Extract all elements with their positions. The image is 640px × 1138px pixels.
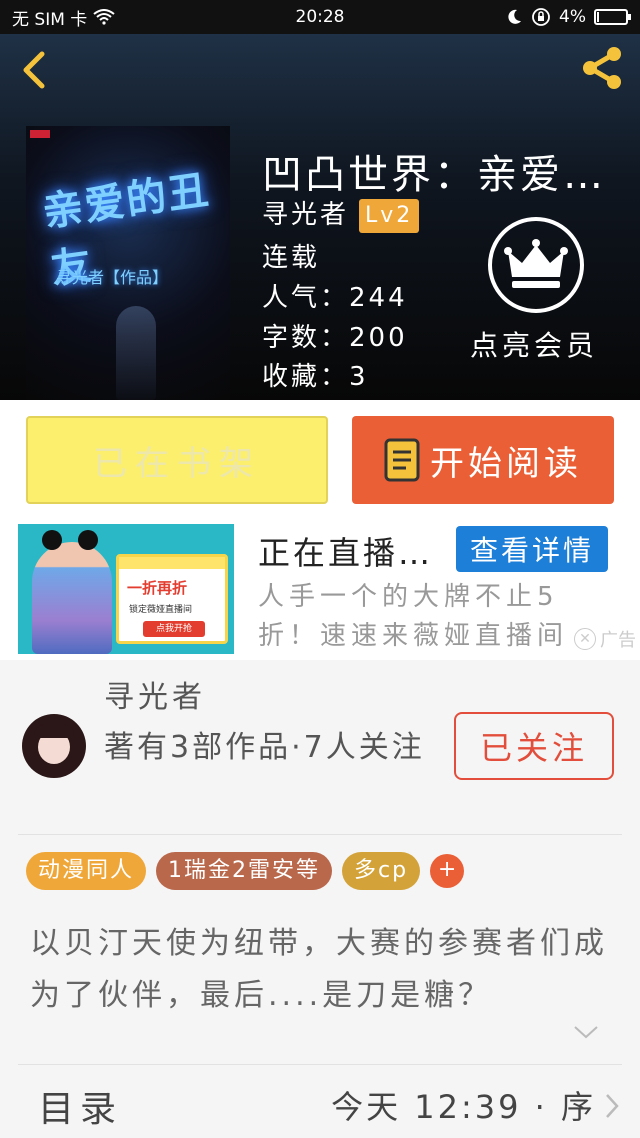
share-button[interactable] <box>578 44 626 92</box>
cover-mark <box>30 130 50 138</box>
action-bar: 已在书架 开始阅读 <box>0 400 640 522</box>
words-value: 200 <box>349 323 408 353</box>
cover-figure <box>116 306 156 400</box>
start-reading-label: 开始阅读 <box>430 443 582 484</box>
popularity-value: 244 <box>349 283 408 313</box>
toc-label: 目录 <box>38 1089 123 1130</box>
popularity-label: 人气： <box>262 283 350 313</box>
ad-person-bun-right <box>78 530 98 550</box>
ad-description: 人手一个的大牌不止5折！速速来薇娅直播间 <box>258 582 569 651</box>
ad-tag-text: 广告 <box>600 630 636 651</box>
author-name[interactable]: 寻光者 <box>104 672 206 716</box>
follow-button[interactable]: 已关注 <box>454 712 614 780</box>
favorites-value: 3 <box>349 362 369 392</box>
tag-list: 动漫同人 1瑞金2雷安等 多cp + <box>26 852 465 890</box>
ad-image-title: 一折再折 <box>127 579 188 597</box>
book-cover[interactable]: 亲爱的丑友 寻光者【作品】 <box>26 126 230 400</box>
popularity-line: 人气：244 <box>262 277 408 314</box>
tag-multi-cp[interactable]: 多cp <box>342 852 421 890</box>
battery-percent: 4% <box>559 7 586 27</box>
toc-latest-update: 今天 12:39 · 序 <box>331 1088 596 1126</box>
ad-person <box>32 542 112 654</box>
ad-image[interactable]: 一折再折 锁定薇娅直播间 点我开抢 <box>18 524 234 654</box>
favorites-line: 收藏：3 <box>262 356 369 393</box>
ad-image-text: 锁定薇娅直播间 <box>129 605 193 615</box>
status-bar: 无 SIM 卡 20:28 4% <box>0 0 640 34</box>
crown-icon <box>504 239 568 288</box>
favorites-label: 收藏： <box>262 362 350 392</box>
ad-title[interactable]: 正在直播间... <box>258 528 448 574</box>
author-card: 寻光者 著有3部作品·7人关注 已关注 <box>0 660 640 834</box>
vip-button[interactable] <box>488 217 584 313</box>
more-tags-button[interactable]: + <box>430 854 465 888</box>
chevron-down-icon[interactable] <box>573 1024 599 1040</box>
cover-subtitle: 寻光者【作品】 <box>56 268 169 287</box>
vip-label[interactable]: 点亮会员 <box>470 324 598 364</box>
book-author-line: 寻光者 Lv2 <box>262 194 420 233</box>
avatar[interactable] <box>22 714 86 778</box>
back-button[interactable] <box>14 46 54 94</box>
tag-pairing[interactable]: 1瑞金2雷安等 <box>156 852 333 890</box>
ad-person-bun-left <box>42 530 62 550</box>
start-reading-button[interactable]: 开始阅读 <box>352 416 614 504</box>
book-author[interactable]: 寻光者 <box>262 200 349 230</box>
close-icon[interactable]: ✕ <box>574 628 596 650</box>
ad-label[interactable]: ✕ 广告 <box>574 626 636 652</box>
moon-icon <box>508 9 522 24</box>
words-line: 字数：200 <box>262 317 408 354</box>
chevron-right-icon <box>606 1094 619 1118</box>
author-stats: 著有3部作品·7人关注 <box>104 730 425 765</box>
book-header: 亲爱的丑友 寻光者【作品】 凹凸世界：亲爱的丑友 寻光者 Lv2 连载 人气：24… <box>0 34 640 400</box>
book-icon <box>384 438 420 482</box>
tag-doujin[interactable]: 动漫同人 <box>26 852 147 890</box>
ad-banner[interactable]: 一折再折 锁定薇娅直播间 点我开抢 正在直播间... 查看详情 人手一个的大牌不… <box>0 522 640 660</box>
book-summary[interactable]: 以贝汀天使为纽带，大赛的参赛者们成为了伙伴，最后....是刀是糖？ <box>30 918 614 1018</box>
lock-rotation-icon <box>532 8 550 26</box>
wifi-icon <box>93 9 115 25</box>
toc-row[interactable]: 目录 今天 12:39 · 序 <box>0 1078 640 1138</box>
in-shelf-button[interactable]: 已在书架 <box>26 416 328 504</box>
divider <box>18 834 622 835</box>
book-title: 凹凸世界：亲爱的丑友 <box>262 152 632 198</box>
battery-icon <box>594 9 631 25</box>
carrier-text: 无 SIM 卡 <box>12 9 88 30</box>
ad-image-button: 点我开抢 <box>143 621 205 637</box>
words-label: 字数： <box>262 323 350 353</box>
ad-detail-button[interactable]: 查看详情 <box>456 526 608 572</box>
book-status: 连载 <box>262 243 321 273</box>
ad-promo-window: 一折再折 锁定薇娅直播间 点我开抢 <box>116 554 228 644</box>
divider <box>18 1064 622 1065</box>
level-badge: Lv2 <box>359 198 420 233</box>
